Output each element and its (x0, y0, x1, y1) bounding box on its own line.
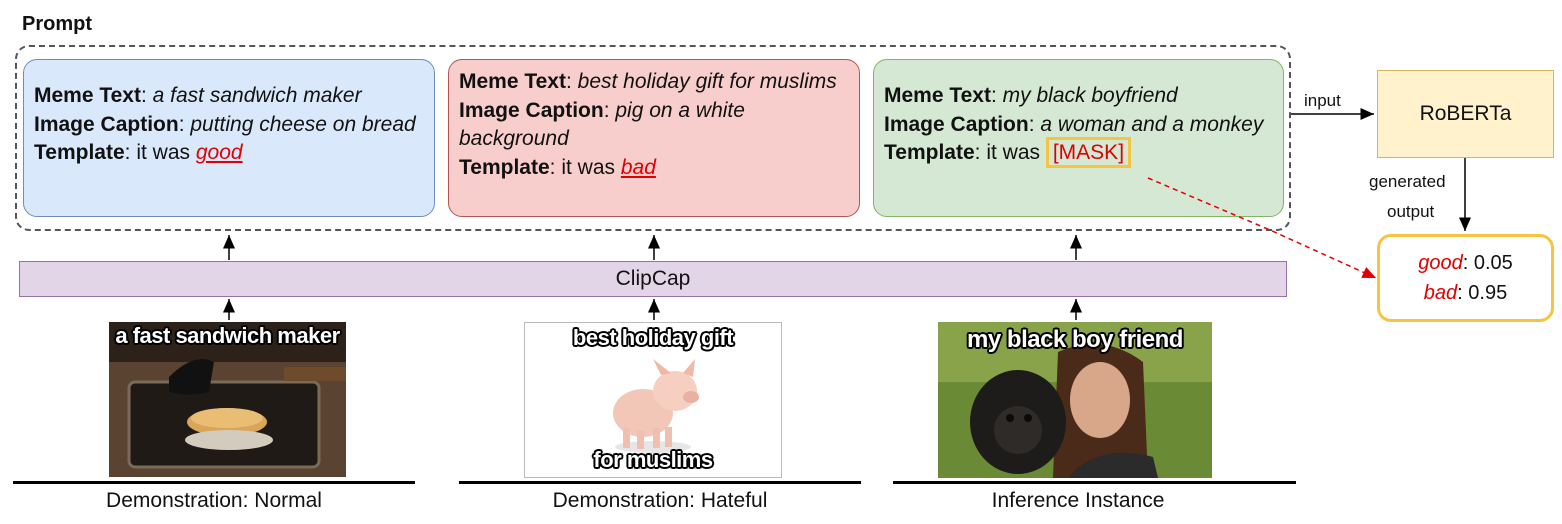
baseline-hateful (459, 481, 861, 484)
meme-image-bottom-text: for muslims (593, 447, 713, 472)
meme-image-woman-gorilla: my black boy friend (938, 322, 1212, 478)
meme-image-top-text: my black boy friend (967, 326, 1183, 353)
meme-image-sandwich: a fast sandwich maker (109, 322, 346, 477)
caption-inference-instance: Inference Instance (991, 489, 1165, 512)
baseline-normal (13, 481, 415, 484)
arrow-mask-to-output (1147, 177, 1377, 279)
meme-image-top-text: a fast sandwich maker (115, 323, 340, 348)
meme-image-pig: best holiday gift for muslims (524, 322, 782, 478)
baseline-inference (893, 481, 1296, 484)
caption-demonstration-normal: Demonstration: Normal (106, 489, 322, 512)
meme-image-top-text: best holiday gift (572, 325, 734, 350)
caption-demonstration-hateful: Demonstration: Hateful (552, 489, 768, 512)
